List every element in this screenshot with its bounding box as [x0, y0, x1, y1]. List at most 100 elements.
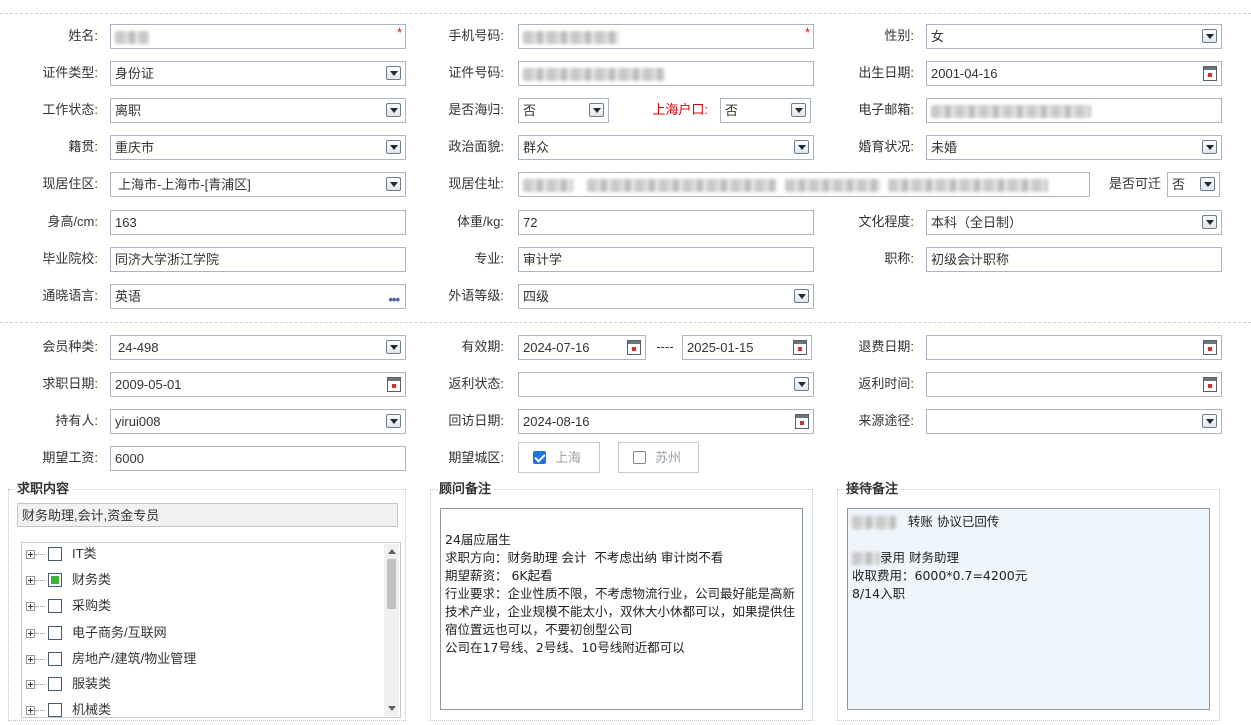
top-divider: [0, 13, 1251, 14]
gender-select[interactable]: 女: [926, 24, 1222, 49]
source-select[interactable]: [926, 409, 1222, 434]
chevron-down-icon[interactable]: [386, 177, 401, 191]
checkbox-partial-icon[interactable]: [48, 573, 62, 587]
note-text: 录用 财务助理: [880, 550, 959, 565]
expand-icon[interactable]: [26, 706, 35, 715]
returnee-select[interactable]: 否: [518, 98, 609, 123]
tree-scrollbar[interactable]: [384, 544, 399, 716]
languages-value: 英语: [115, 289, 142, 304]
city-option-shanghai[interactable]: 上海: [518, 442, 600, 473]
name-input[interactable]: [110, 24, 406, 49]
chevron-down-icon[interactable]: [386, 103, 401, 117]
chevron-down-icon[interactable]: [386, 414, 401, 428]
tree-connector: [35, 659, 45, 660]
expand-icon[interactable]: [26, 629, 35, 638]
foreign-level-select[interactable]: 四级: [518, 284, 814, 309]
chevron-down-icon[interactable]: [386, 340, 401, 354]
calendar-icon[interactable]: [627, 340, 641, 355]
id-number-input[interactable]: [518, 61, 814, 86]
marital-label: 婚育状况:: [858, 139, 914, 154]
holder-select[interactable]: yirui008: [110, 409, 406, 434]
checkbox-icon[interactable]: [48, 677, 62, 691]
chevron-down-icon[interactable]: [589, 103, 604, 117]
school-input[interactable]: 同济大学浙江学院: [110, 247, 406, 272]
education-select[interactable]: 本科（全日制）: [926, 210, 1222, 235]
chevron-down-icon[interactable]: [386, 66, 401, 80]
shanghai-hukou-select[interactable]: 否: [720, 98, 811, 123]
valid-from-input[interactable]: 2024-07-16: [518, 335, 646, 360]
checkbox-icon[interactable]: [48, 703, 62, 717]
checkbox-icon[interactable]: [48, 547, 62, 561]
city-option-suzhou[interactable]: 苏州: [618, 442, 699, 473]
expected-salary-input[interactable]: 6000: [110, 446, 406, 471]
chevron-down-icon[interactable]: [1202, 215, 1217, 229]
native-place-select[interactable]: 重庆市: [110, 135, 406, 160]
chevron-down-icon[interactable]: [1202, 140, 1217, 154]
chevron-down-icon[interactable]: [386, 140, 401, 154]
chevron-down-icon[interactable]: [794, 289, 809, 303]
current-address-input[interactable]: [518, 172, 1090, 197]
id-type-select[interactable]: 身份证: [110, 61, 406, 86]
chevron-down-icon[interactable]: [1200, 177, 1215, 191]
relocatable-select[interactable]: 否: [1167, 172, 1220, 197]
checkbox-icon[interactable]: [48, 652, 62, 666]
chevron-down-icon[interactable]: [1202, 29, 1217, 43]
scroll-thumb[interactable]: [387, 559, 396, 609]
checkbox-icon[interactable]: [633, 451, 646, 464]
redacted-text: [931, 105, 1091, 119]
reception-notes-legend: 接待备注: [844, 481, 902, 497]
tree-item-label: IT类: [72, 546, 97, 561]
member-type-value: 24-498: [118, 340, 159, 355]
email-input[interactable]: [926, 98, 1222, 123]
visit-date-input[interactable]: 2024-08-16: [518, 409, 814, 434]
languages-input[interactable]: 英语 •••: [110, 284, 406, 309]
job-date-input[interactable]: 2009-05-01: [110, 372, 406, 397]
scroll-down-icon[interactable]: [388, 706, 396, 711]
checkbox-icon[interactable]: [48, 599, 62, 613]
checkbox-icon[interactable]: [48, 626, 62, 640]
more-icon[interactable]: •••: [388, 288, 400, 308]
height-input[interactable]: 163: [110, 210, 406, 235]
tree-connector: [35, 554, 45, 555]
note-text: 转账 协议已回传: [907, 514, 1000, 529]
expand-icon[interactable]: [26, 550, 35, 559]
marital-value: 未婚: [931, 140, 958, 155]
title-input[interactable]: 初级会计职称: [926, 247, 1222, 272]
expand-icon[interactable]: [26, 655, 35, 664]
calendar-icon[interactable]: [1203, 340, 1217, 355]
visit-date-label: 回访日期:: [448, 413, 504, 428]
education-value: 本科（全日制）: [931, 215, 1023, 230]
current-area-select[interactable]: 上海市-上海市-[青浦区]: [110, 172, 406, 197]
phone-input[interactable]: [518, 24, 814, 49]
scroll-up-icon[interactable]: [388, 549, 396, 554]
job-content-panel: 求职内容 财务助理,会计,资金专员 IT类 财务类 采购类 电子商务/互联网 房…: [8, 481, 406, 721]
political-value: 群众: [523, 140, 550, 155]
valid-to-value: 2025-01-15: [687, 340, 754, 355]
rebate-status-select[interactable]: [518, 372, 814, 397]
expand-icon[interactable]: [26, 576, 35, 585]
calendar-icon[interactable]: [1203, 66, 1217, 81]
calendar-icon[interactable]: [1203, 377, 1217, 392]
rebate-time-input[interactable]: [926, 372, 1222, 397]
work-status-select[interactable]: 离职: [110, 98, 406, 123]
birth-date-input[interactable]: 2001-04-16: [926, 61, 1222, 86]
expand-icon[interactable]: [26, 602, 35, 611]
reception-notes-textarea[interactable]: 转账 协议已回传 录用 财务助理 收取费用：6000*0.7=4200元 8/1…: [847, 508, 1210, 710]
advisor-notes-textarea[interactable]: 24届应届生 求职方向：财务助理 会计 不考虑出纳 审计岗不看 期望薪资： 6K…: [440, 508, 803, 710]
refund-date-input[interactable]: [926, 335, 1222, 360]
valid-to-input[interactable]: 2025-01-15: [682, 335, 812, 360]
calendar-icon[interactable]: [387, 377, 401, 392]
political-label: 政治面貌:: [448, 139, 504, 154]
political-select[interactable]: 群众: [518, 135, 814, 160]
member-type-select[interactable]: 24-498: [110, 335, 406, 360]
marital-select[interactable]: 未婚: [926, 135, 1222, 160]
current-area-label: 现居住区:: [42, 176, 98, 191]
major-input[interactable]: 审计学: [518, 247, 814, 272]
weight-input[interactable]: 72: [518, 210, 814, 235]
redacted-text: [852, 516, 896, 529]
redacted-text: [523, 31, 619, 45]
job-category-tree[interactable]: IT类 财务类 采购类 电子商务/互联网 房地产/建筑/物业管理 服装类 机械类: [21, 542, 401, 718]
expand-icon[interactable]: [26, 680, 35, 689]
checkbox-checked-icon[interactable]: [533, 451, 546, 464]
chevron-down-icon[interactable]: [1202, 414, 1217, 428]
